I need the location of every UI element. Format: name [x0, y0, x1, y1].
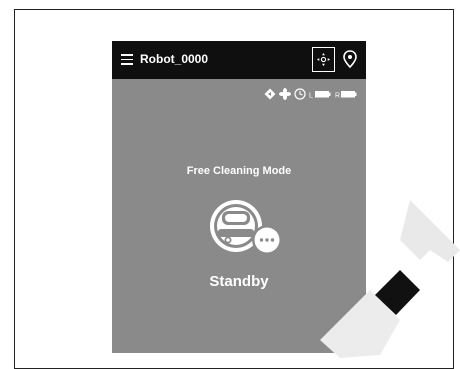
left-side-label: L [309, 93, 313, 100]
status-icons: L R [264, 88, 360, 100]
robot-vacuum-icon[interactable] [208, 196, 288, 258]
right-side-label: R [335, 93, 340, 100]
more-dots-icon[interactable] [252, 225, 282, 255]
cleaning-mode-label: Free Cleaning Mode [186, 165, 292, 177]
navigation-icon [264, 88, 276, 100]
robot-status: Standby [209, 273, 269, 290]
app-screen: Robot_0000 L R Free Cleaning Mode Standb… [112, 41, 366, 353]
map-pin-icon[interactable] [341, 49, 359, 69]
robot-name: Robot_0000 [140, 52, 209, 66]
top-bar: Robot_0000 [112, 41, 366, 79]
manual-control-button[interactable] [312, 47, 335, 72]
left-battery-icon [315, 91, 331, 98]
right-battery-icon [341, 91, 357, 98]
fan-icon [279, 88, 291, 100]
clock-icon [294, 88, 306, 100]
move-arrows-icon [316, 52, 331, 67]
hamburger-menu-icon[interactable] [121, 54, 133, 66]
